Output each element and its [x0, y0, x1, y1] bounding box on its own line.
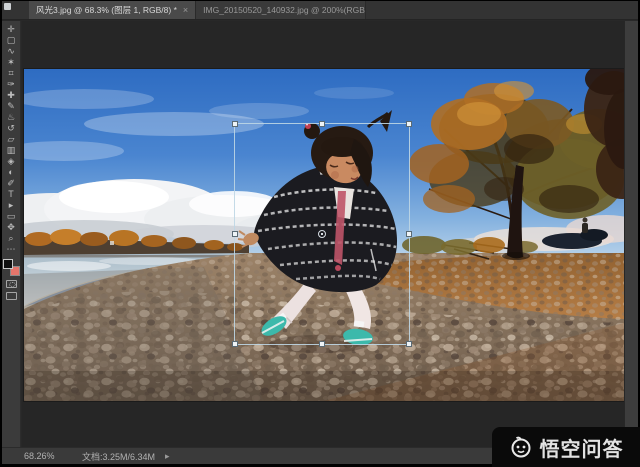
photo-canvas[interactable]: [24, 69, 624, 401]
lasso-tool[interactable]: ∿: [2, 46, 21, 57]
screenshot-frame: 风光3.jpg @ 68.3% (图层 1, RGB/8) * × IMG_20…: [0, 0, 640, 467]
app-icon: [4, 3, 11, 10]
tools-panel: ✛ ▢ ∿ ✶ ⌗ ✑ ✚ ✎ ♨ ↺ ▱ ▥ ◈ ◐ ✐ T ▸ ▭ ✥ ⌕ …: [2, 21, 21, 447]
transform-handle-bottom-middle[interactable]: [319, 341, 325, 347]
transform-handle-top-middle[interactable]: [319, 121, 325, 127]
status-expand-arrow[interactable]: ▸: [165, 451, 170, 462]
gradient-tool[interactable]: ▥: [2, 145, 21, 156]
transform-handle-bottom-right[interactable]: [406, 341, 412, 347]
screen-mode-icon[interactable]: [6, 292, 17, 300]
eraser-tool[interactable]: ▱: [2, 134, 21, 145]
document-size-info: 文档:3.25M/6.34M: [82, 450, 155, 463]
transform-handle-middle-right[interactable]: [406, 231, 412, 237]
path-selection-tool[interactable]: ▸: [2, 200, 21, 211]
watermark-text: 悟空问答: [540, 433, 624, 462]
crop-tool[interactable]: ⌗: [2, 68, 21, 79]
hand-tool[interactable]: ✥: [2, 222, 21, 233]
transform-handle-middle-left[interactable]: [232, 231, 238, 237]
panel-dock-strip[interactable]: [624, 21, 638, 447]
tab-document-1[interactable]: 风光3.jpg @ 68.3% (图层 1, RGB/8) * ×: [29, 1, 196, 19]
eyedropper-tool[interactable]: ✑: [2, 79, 21, 90]
marquee-tool[interactable]: ▢: [2, 35, 21, 46]
tab-document-2[interactable]: IMG_20150520_140932.jpg @ 200%(RGB/8) * …: [196, 1, 366, 19]
transform-handle-top-right[interactable]: [406, 121, 412, 127]
transform-handle-top-left[interactable]: [232, 121, 238, 127]
zoom-tool[interactable]: ⌕: [2, 233, 21, 244]
foreground-color-swatch[interactable]: [3, 259, 13, 269]
transform-handle-bottom-left[interactable]: [232, 341, 238, 347]
canvas-area: [22, 21, 624, 447]
brush-tool[interactable]: ✎: [2, 101, 21, 112]
watermark-badge: 悟空问答: [492, 427, 640, 467]
type-tool[interactable]: T: [2, 189, 21, 200]
transform-bounding-box[interactable]: [234, 123, 410, 345]
photoshop-window: 风光3.jpg @ 68.3% (图层 1, RGB/8) * × IMG_20…: [2, 1, 638, 464]
shape-tool[interactable]: ▭: [2, 211, 21, 222]
color-swatches: [3, 259, 20, 276]
tab-label: 风光3.jpg @ 68.3% (图层 1, RGB/8) *: [36, 4, 177, 16]
tab-close-icon[interactable]: ×: [183, 5, 188, 15]
tab-label: IMG_20150520_140932.jpg @ 200%(RGB/8) *: [203, 5, 366, 15]
pen-tool[interactable]: ✐: [2, 178, 21, 189]
dodge-tool[interactable]: ◐: [2, 167, 21, 178]
blur-tool[interactable]: ◈: [2, 156, 21, 167]
quick-mask-mode-icon[interactable]: [6, 280, 17, 288]
move-tool[interactable]: ✛: [2, 24, 21, 35]
wukong-monkey-logo-icon: [509, 435, 533, 459]
quick-selection-tool[interactable]: ✶: [2, 57, 21, 68]
document-tabbar: 风光3.jpg @ 68.3% (图层 1, RGB/8) * × IMG_20…: [2, 1, 638, 20]
zoom-level-field[interactable]: 68.26%: [24, 451, 66, 461]
transform-reference-point[interactable]: [318, 230, 326, 238]
more-tools-icon[interactable]: ⋯: [2, 244, 21, 255]
healing-brush-tool[interactable]: ✚: [2, 90, 21, 101]
history-brush-tool[interactable]: ↺: [2, 123, 21, 134]
clone-stamp-tool[interactable]: ♨: [2, 112, 21, 123]
